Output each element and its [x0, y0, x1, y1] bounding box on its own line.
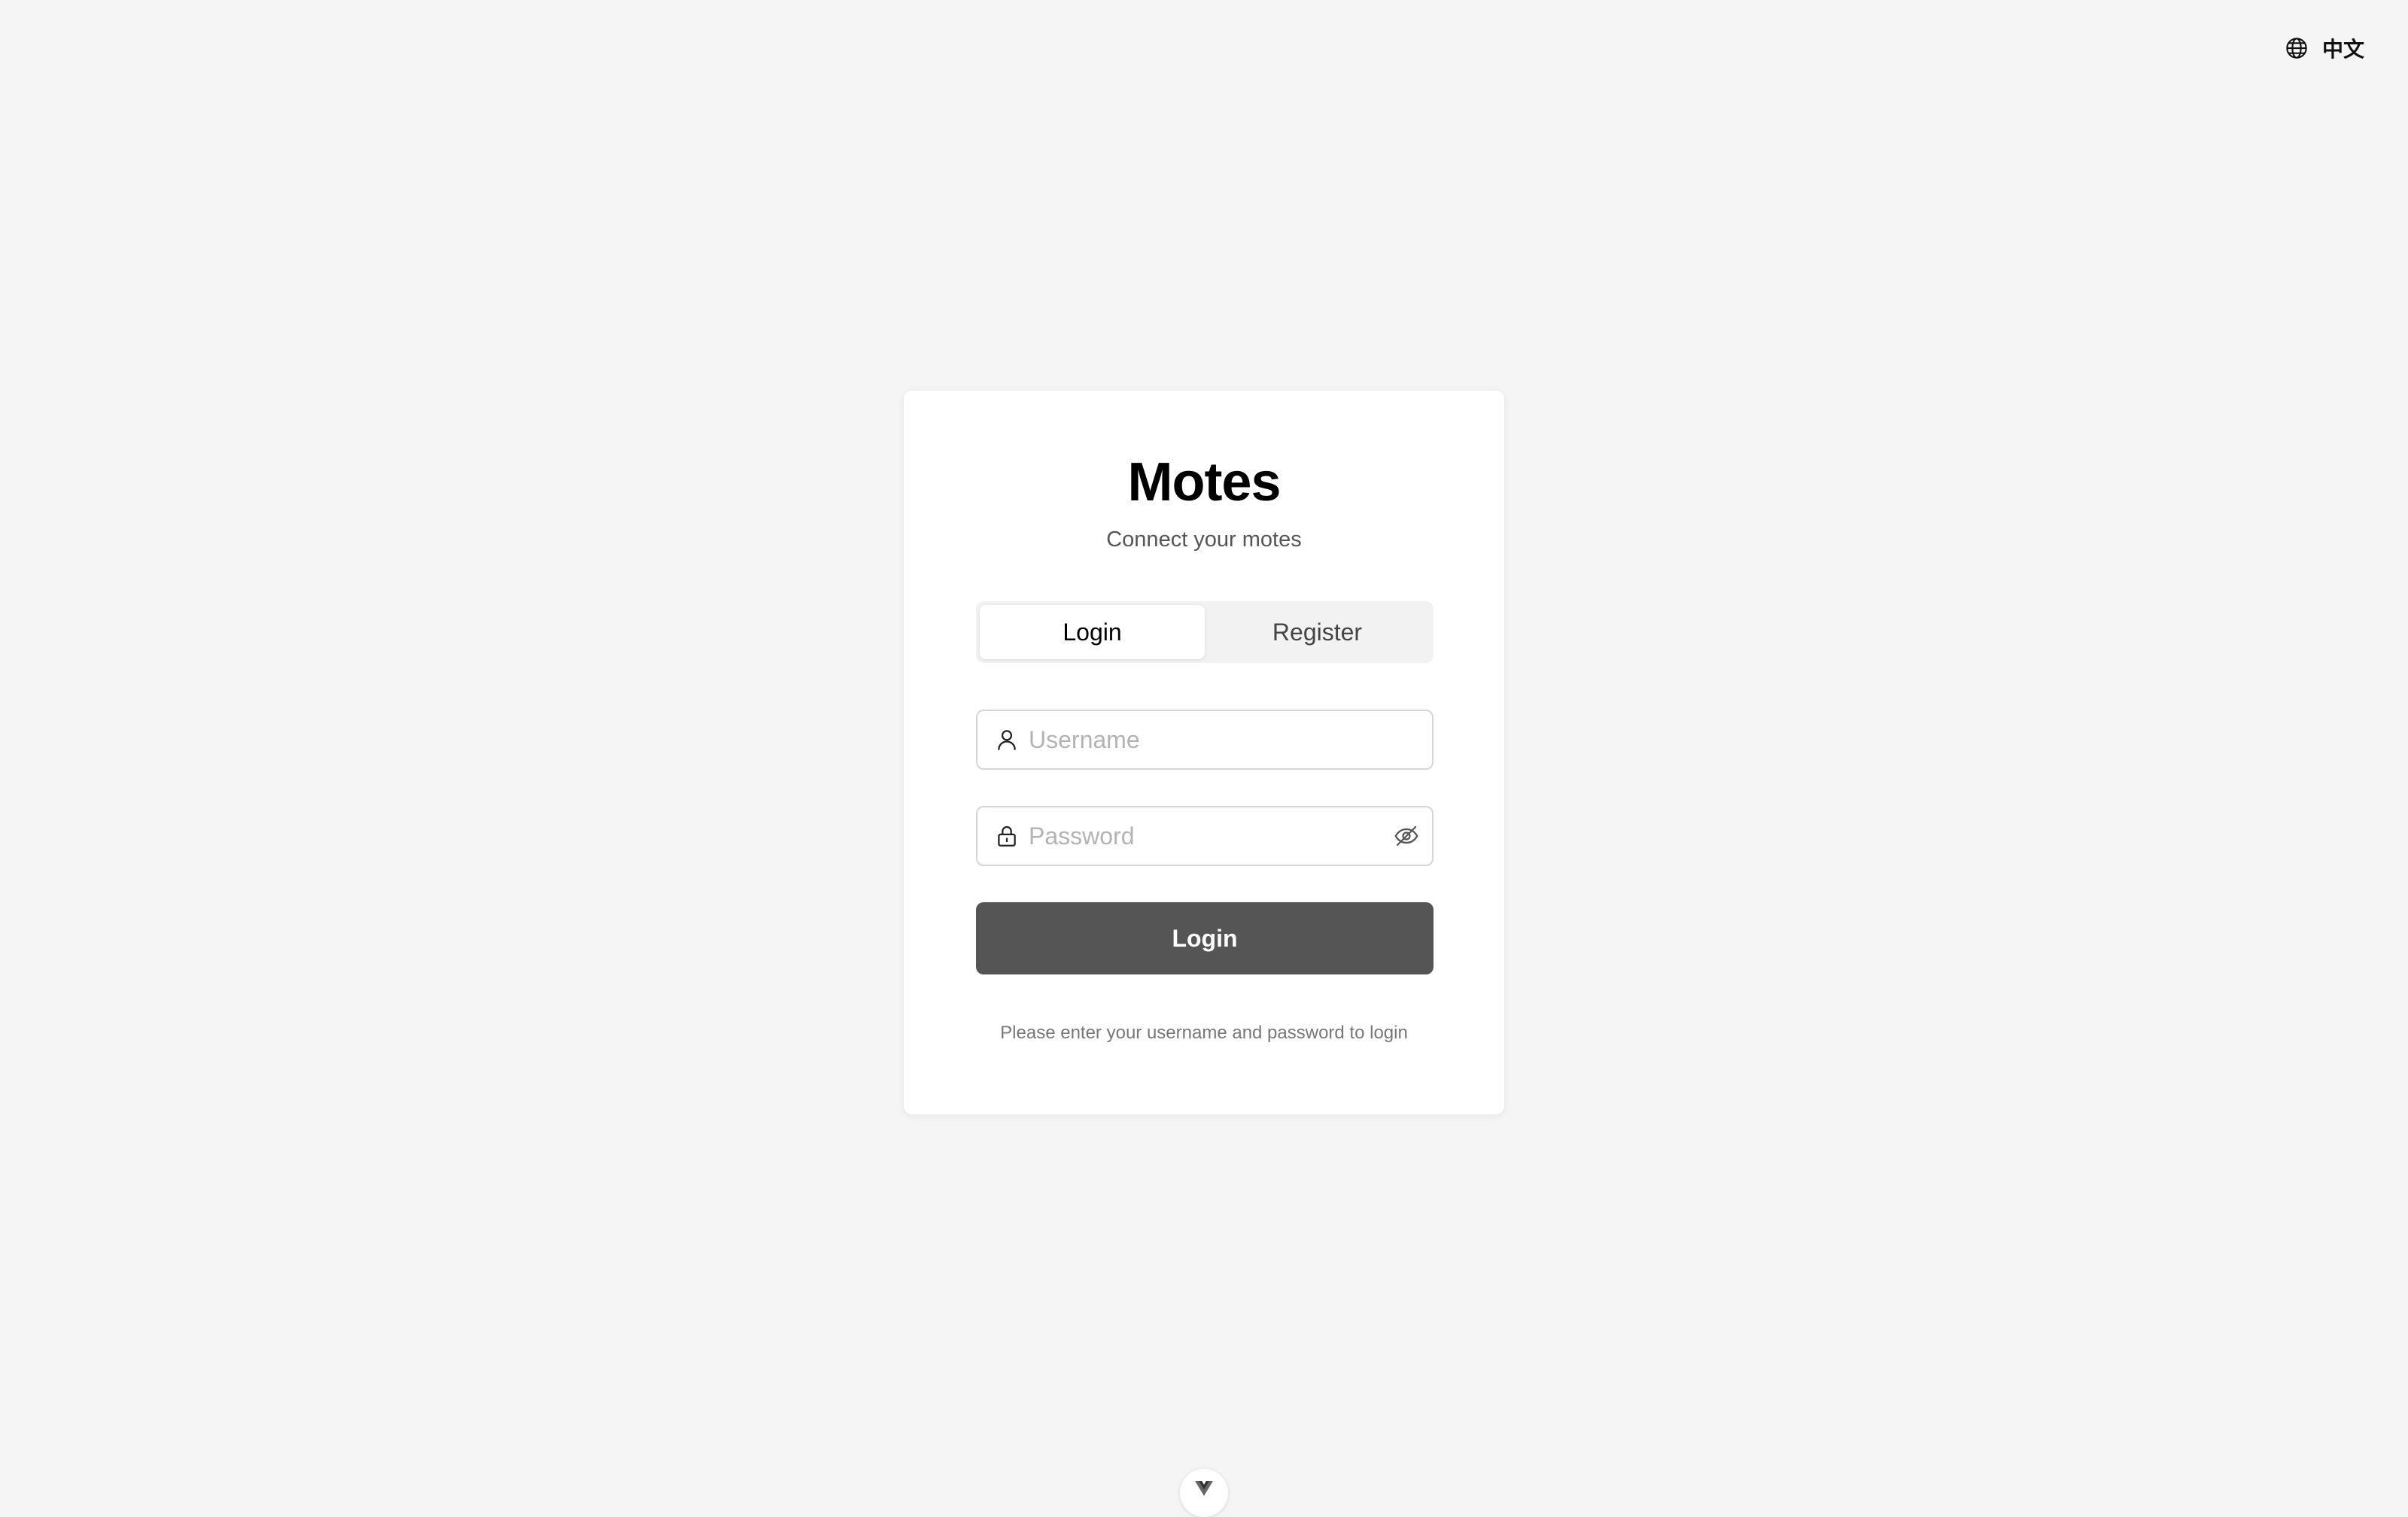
language-switch[interactable]: 中文	[2285, 33, 2364, 63]
vue-devtools-button[interactable]	[1180, 1469, 1228, 1517]
username-input[interactable]	[1027, 711, 1420, 768]
password-input[interactable]	[1027, 807, 1393, 865]
login-button[interactable]: Login	[976, 902, 1434, 974]
login-hint: Please enter your username and password …	[1000, 1023, 1408, 1043]
app-subtitle: Connect your motes	[1106, 527, 1302, 552]
lock-icon	[998, 825, 1016, 847]
vue-logo-icon	[1195, 1481, 1213, 1496]
eye-off-icon[interactable]	[1393, 822, 1420, 850]
globe-icon	[2286, 38, 2307, 59]
app-title: Motes	[1127, 452, 1281, 512]
tab-register[interactable]: Register	[1205, 605, 1430, 659]
password-field	[976, 806, 1434, 866]
auth-tabs: Login Register	[976, 601, 1434, 663]
user-icon	[998, 730, 1016, 750]
language-label: 中文	[2321, 38, 2364, 61]
username-field	[976, 710, 1434, 770]
tab-login[interactable]: Login	[980, 605, 1205, 659]
login-card: Motes Connect your motes Login Register …	[903, 390, 1505, 1115]
